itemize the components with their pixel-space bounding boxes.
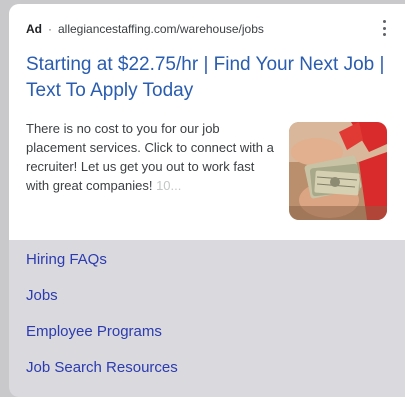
sitelink-employee-programs[interactable]: Employee Programs (26, 320, 178, 356)
ad-headline[interactable]: Starting at $22.75/hr | Find Your Next J… (26, 52, 398, 104)
ad-header: Ad · allegiancestaffing.com/warehouse/jo… (26, 22, 264, 36)
sitelink-job-search-resources[interactable]: Job Search Resources (26, 356, 178, 392)
more-vert-icon[interactable] (381, 20, 387, 36)
sitelink-hiring-faqs[interactable]: Hiring FAQs (26, 248, 178, 284)
separator-dot: · (48, 22, 52, 36)
cash-hands-image[interactable] (289, 122, 387, 220)
ad-block[interactable]: Ad · allegiancestaffing.com/warehouse/jo… (9, 4, 405, 240)
ad-description-text: There is no cost to you for our job plac… (26, 121, 274, 193)
ad-description: There is no cost to you for our job plac… (26, 119, 276, 195)
ad-card: Ad · allegiancestaffing.com/warehouse/jo… (9, 4, 405, 397)
ad-description-truncated: 10... (156, 178, 182, 193)
ad-display-url[interactable]: allegiancestaffing.com/warehouse/jobs (58, 22, 264, 36)
ad-label: Ad (26, 22, 42, 36)
sitelink-jobs[interactable]: Jobs (26, 284, 178, 320)
sitelinks-list: Hiring FAQs Jobs Employee Programs Job S… (26, 248, 178, 392)
